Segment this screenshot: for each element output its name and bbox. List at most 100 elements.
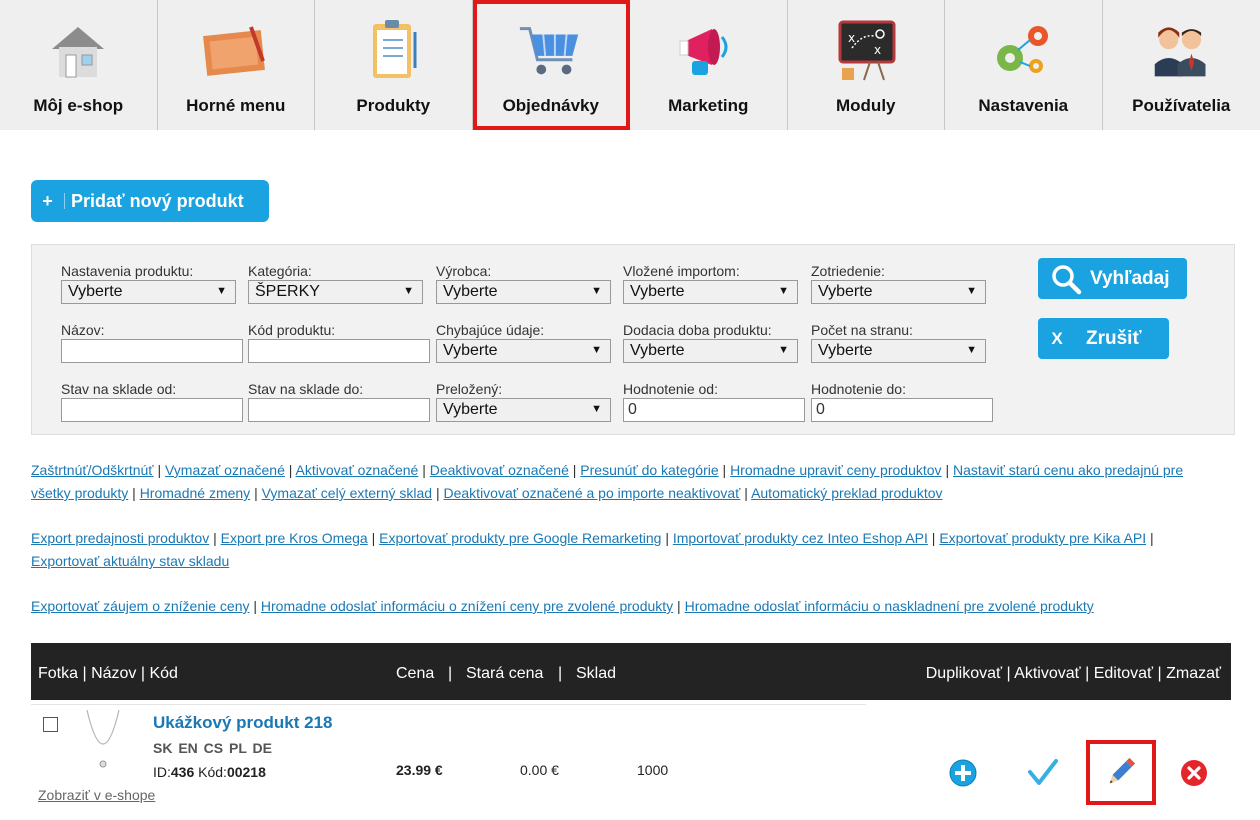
chybajuce-select[interactable]: Vyberte ▼ [436, 339, 611, 363]
link-toggle-check[interactable]: Zaštrtnúť/Odškrtnúť [31, 462, 154, 478]
edit-button[interactable] [1105, 756, 1137, 788]
link-line: Exportovať záujem o zníženie ceny | Hrom… [31, 598, 1094, 614]
tab-moduly[interactable]: x x Moduly [788, 0, 945, 130]
duplicate-button[interactable] [947, 757, 979, 789]
bulk-actions-links: Zaštrtnúť/Odškrtnúť | Vymazať označené |… [31, 459, 1231, 505]
close-icon: X [1051, 328, 1063, 348]
chevron-down-icon: ▼ [591, 285, 602, 297]
product-old-price: 0.00 € [520, 762, 559, 778]
tab-pouzivatelia[interactable]: Používatelia [1103, 0, 1260, 130]
zotriedenie-select[interactable]: Vyberte ▼ [811, 280, 986, 304]
link-export-google[interactable]: Exportovať produkty pre Google Remarketi… [379, 530, 661, 546]
product-thumbnail[interactable] [73, 708, 133, 776]
add-product-button[interactable]: + Pridať nový produkt [31, 180, 269, 222]
checkmark-icon [1028, 759, 1058, 785]
sklad-od-input[interactable] [61, 398, 243, 422]
link-export-kros[interactable]: Export pre Kros Omega [221, 530, 368, 546]
tab-produkty[interactable]: Produkty [315, 0, 473, 130]
link-bulk-changes[interactable]: Hromadné zmeny [140, 485, 251, 501]
header-photo-name-code: Fotka | Názov | Kód [38, 665, 178, 682]
link-export-price-interest[interactable]: Exportovať záujem o zníženie ceny [31, 598, 249, 614]
users-icon [1146, 16, 1216, 86]
filter-label: Nastavenia produktu: [61, 263, 194, 279]
activate-button[interactable] [1027, 757, 1059, 789]
nazov-input[interactable] [61, 339, 243, 363]
header-separator: | [558, 665, 563, 682]
link-move-category[interactable]: Presunúť do kategórie [580, 462, 718, 478]
link-import-inteo[interactable]: Importovať produkty cez Inteo Eshop API [673, 530, 928, 546]
chevron-down-icon: ▼ [966, 344, 977, 356]
tab-objednavky[interactable]: Objednávky [472, 0, 630, 130]
product-name-link[interactable]: Ukážkový produkt 218 [153, 713, 333, 733]
filter-label: Preložený: [436, 381, 503, 397]
header-old-price: Stará cena [466, 665, 544, 682]
link-line: všetky produkty | Hromadné zmeny | Vymaz… [31, 485, 943, 501]
filter-label: Výrobca: [436, 263, 492, 279]
search-icon [1050, 263, 1082, 295]
tab-moj-eshop[interactable]: Môj e-shop [0, 0, 158, 130]
cancel-button[interactable]: X Zrušiť [1038, 318, 1169, 359]
tab-label: Nastavenia [978, 96, 1069, 115]
price-notify-links: Exportovať záujem o zníženie ceny | Hrom… [31, 595, 1231, 618]
hodnotenie-do-input[interactable]: 0 [811, 398, 993, 422]
link-old-price-part2[interactable]: všetky produkty [31, 485, 128, 501]
id-value: 436 [170, 764, 195, 780]
link-old-price-part1[interactable]: Nastaviť starú cenu ako predajnú pre [953, 462, 1183, 478]
filter-zotriedenie: Zotriedenie: Vyberte ▼ [811, 262, 986, 304]
dodacia-select[interactable]: Vyberte ▼ [623, 339, 798, 363]
pencil-icon [1109, 757, 1136, 784]
filter-label: Počet na stranu: [811, 322, 913, 338]
link-deactivate-import[interactable]: Deaktivovať označené a po importe neakti… [444, 485, 741, 501]
kod-input[interactable] [248, 339, 430, 363]
sklad-do-input[interactable] [248, 398, 430, 422]
close-circle-icon [1181, 760, 1207, 786]
link-auto-translate[interactable]: Automatický preklad produktov [751, 485, 942, 501]
link-export-kika[interactable]: Exportovať produkty pre Kika API [939, 530, 1146, 546]
search-button[interactable]: Vyhľadaj [1038, 258, 1187, 299]
nastavenia-select[interactable]: Vyberte ▼ [61, 280, 236, 304]
view-in-eshop-link[interactable]: Zobraziť v e-shope [38, 787, 155, 803]
link-send-price-drop[interactable]: Hromadne odoslať informáciu o znížení ce… [261, 598, 673, 614]
link-delete-external-stock[interactable]: Vymazať celý externý sklad [262, 485, 432, 501]
vyrobca-select[interactable]: Vyberte ▼ [436, 280, 611, 304]
filter-label: Kód produktu: [248, 322, 336, 338]
chevron-down-icon: ▼ [591, 344, 602, 356]
link-bulk-prices[interactable]: Hromadne upraviť ceny produktov [730, 462, 941, 478]
home-icon [43, 16, 113, 86]
link-delete-selected[interactable]: Vymazať označené [165, 462, 285, 478]
header-price: Cena [396, 665, 435, 682]
row-checkbox[interactable] [43, 717, 58, 732]
link-export-sales[interactable]: Export predajnosti produktov [31, 530, 209, 546]
hodnotenie-od-input[interactable]: 0 [623, 398, 805, 422]
filter-label: Dodacia doba produktu: [623, 322, 772, 338]
link-export-stock[interactable]: Exportovať aktuálny stav skladu [31, 553, 229, 569]
filter-vyrobca: Výrobca: Vyberte ▼ [436, 262, 611, 304]
filter-label: Chybajúce údaje: [436, 322, 545, 338]
kategoria-select[interactable]: ŠPERKY ▼ [248, 280, 423, 304]
filter-label: Zotriedenie: [811, 263, 885, 279]
tab-horne-menu[interactable]: Horné menu [158, 0, 315, 130]
importom-select[interactable]: Vyberte ▼ [623, 280, 798, 304]
tab-label: Objednávky [502, 96, 599, 115]
gears-icon [988, 16, 1058, 86]
header-actions: Duplikovať | Aktivovať | Editovať | Zmaz… [925, 665, 1221, 682]
filter-label: Názov: [61, 322, 105, 338]
link-activate-selected[interactable]: Aktivovať označené [296, 462, 419, 478]
link-send-restock[interactable]: Hromadne odoslať informáciu o naskladnen… [685, 598, 1094, 614]
table-row: Ukážkový produkt 218 SK EN CS PL DE ID:4… [31, 700, 1231, 820]
code-value: 00218 [226, 764, 266, 780]
filter-hodnotenie-od: Hodnotenie od: 0 [623, 380, 805, 422]
header-separator: | [448, 665, 453, 682]
link-deactivate-selected[interactable]: Deaktivovať označené [430, 462, 569, 478]
product-price: 23.99 € [396, 762, 443, 778]
filter-prelozeny: Preložený: Vyberte ▼ [436, 380, 611, 422]
tab-marketing[interactable]: Marketing [630, 0, 788, 130]
prelozeny-select[interactable]: Vyberte ▼ [436, 398, 611, 422]
link-line: Zaštrtnúť/Odškrtnúť | Vymazať označené |… [31, 462, 1184, 478]
chevron-down-icon: ▼ [778, 285, 789, 297]
tab-nastavenia[interactable]: Nastavenia [945, 0, 1103, 130]
pocet-select[interactable]: Vyberte ▼ [811, 339, 986, 363]
delete-button[interactable] [1178, 757, 1210, 789]
chevron-down-icon: ▼ [216, 285, 227, 297]
filter-kategoria: Kategória: ŠPERKY ▼ [248, 262, 423, 304]
